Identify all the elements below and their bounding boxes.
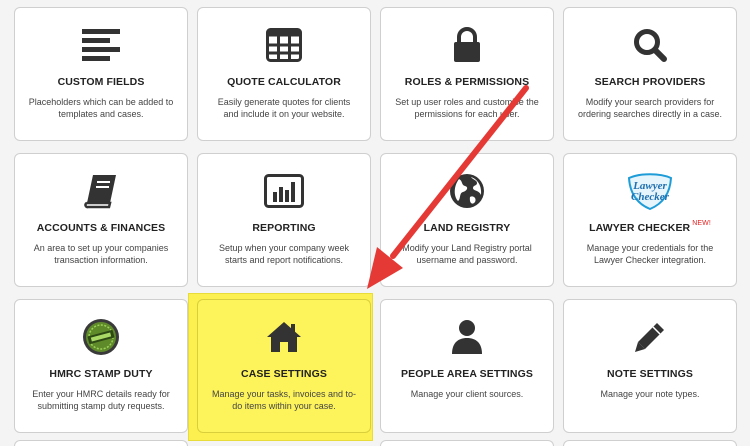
card-description: Placeholders which can be added to templ… bbox=[28, 97, 174, 119]
card-partial bbox=[380, 440, 554, 446]
card-note-settings[interactable]: NOTE SETTINGS Manage your note types. bbox=[563, 299, 737, 433]
card-title: ACCOUNTS & FINANCES bbox=[36, 222, 166, 234]
search-icon bbox=[564, 24, 736, 66]
card-description: Manage your client sources. bbox=[410, 389, 524, 399]
home-icon bbox=[198, 316, 370, 358]
lock-icon bbox=[381, 24, 553, 66]
person-icon bbox=[381, 316, 553, 358]
card-description: Manage your tasks, invoices and to-do it… bbox=[211, 389, 357, 411]
card-title: QUOTE CALCULATOR bbox=[227, 76, 341, 88]
card-title: LAWYER CHECKER NEW! bbox=[568, 220, 732, 234]
card-title-text: LAWYER CHECKER bbox=[589, 222, 691, 234]
card-case-settings[interactable]: CASE SETTINGS Manage your tasks, invoice… bbox=[197, 299, 371, 433]
card-title: LAND REGISTRY bbox=[423, 222, 511, 234]
card-description: Manage your note types. bbox=[600, 389, 700, 399]
card-quote-calculator[interactable]: QUOTE CALCULATOR Easily generate quotes … bbox=[197, 7, 371, 141]
card-title: SEARCH PROVIDERS bbox=[594, 76, 706, 88]
bar-chart-icon bbox=[198, 170, 370, 212]
card-partial bbox=[563, 440, 737, 446]
card-title: REPORTING bbox=[252, 222, 316, 234]
new-badge: NEW! bbox=[692, 220, 711, 227]
card-hmrc-stamp-duty[interactable]: HMRC STAMP DUTY Enter your HMRC details … bbox=[14, 299, 188, 433]
card-description: Enter your HMRC details ready for submit… bbox=[32, 389, 170, 411]
book-icon bbox=[15, 170, 187, 212]
card-description: Modify your search providers for orderin… bbox=[577, 97, 723, 119]
settings-grid: CUSTOM FIELDS Placeholders which can be … bbox=[0, 0, 750, 446]
card-description: An area to set up your companies transac… bbox=[33, 243, 169, 265]
card-lawyer-checker[interactable]: Lawyer Checker LAWYER CHECKER NEW! Manage… bbox=[563, 153, 737, 287]
card-people-area-settings[interactable]: PEOPLE AREA SETTINGS Manage your client … bbox=[380, 299, 554, 433]
card-land-registry[interactable]: LAND REGISTRY Modify your Land Registry … bbox=[380, 153, 554, 287]
card-title: ROLES & PERMISSIONS bbox=[404, 76, 530, 88]
table-icon bbox=[198, 24, 370, 66]
card-partial bbox=[14, 440, 188, 446]
card-description: Setup when your company week starts and … bbox=[218, 243, 350, 265]
card-accounts-finances[interactable]: ACCOUNTS & FINANCES An area to set up yo… bbox=[14, 153, 188, 287]
card-description: Set up user roles and customise the perm… bbox=[395, 97, 539, 119]
stamp-icon bbox=[15, 316, 187, 358]
card-description: Easily generate quotes for clients and i… bbox=[217, 97, 351, 119]
card-roles-permissions[interactable]: ROLES & PERMISSIONS Set up user roles an… bbox=[380, 7, 554, 141]
list-icon bbox=[15, 24, 187, 66]
card-reporting[interactable]: REPORTING Setup when your company week s… bbox=[197, 153, 371, 287]
pencil-icon bbox=[564, 316, 736, 358]
card-title: CUSTOM FIELDS bbox=[57, 76, 145, 88]
card-title: CASE SETTINGS bbox=[241, 368, 327, 380]
card-title: PEOPLE AREA SETTINGS bbox=[401, 368, 533, 380]
card-search-providers[interactable]: SEARCH PROVIDERS Modify your search prov… bbox=[563, 7, 737, 141]
globe-icon bbox=[381, 170, 553, 212]
card-description: Manage your credentials for the Lawyer C… bbox=[586, 243, 714, 265]
card-description: Modify your Land Registry portal usernam… bbox=[402, 243, 532, 265]
card-title: NOTE SETTINGS bbox=[607, 368, 693, 380]
lawyer-checker-logo: Lawyer Checker bbox=[564, 170, 736, 212]
card-title: HMRC STAMP DUTY bbox=[49, 368, 153, 380]
card-custom-fields[interactable]: CUSTOM FIELDS Placeholders which can be … bbox=[14, 7, 188, 141]
logo-text-checker: Checker bbox=[631, 191, 670, 203]
